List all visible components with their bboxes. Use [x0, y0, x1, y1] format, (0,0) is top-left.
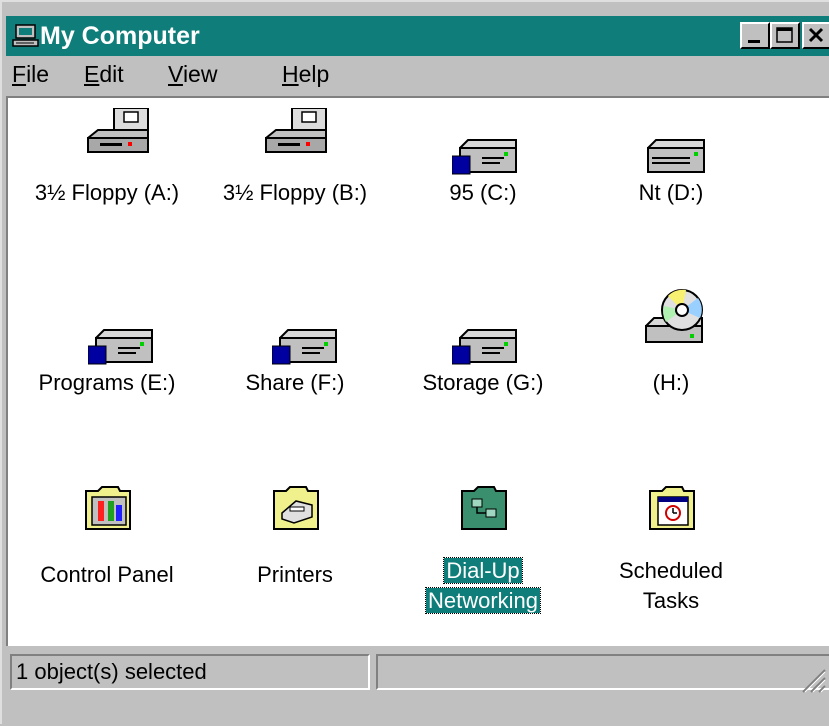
menu-bar: File Edit View Help: [6, 56, 829, 92]
item-label-line1: Scheduled: [619, 558, 723, 583]
floppy-drive-icon: [87, 108, 149, 153]
menu-edit[interactable]: Edit: [84, 60, 124, 88]
minimize-icon: [748, 40, 760, 43]
floppy-drive-icon: [265, 108, 327, 153]
item-label: 3½ Floppy (B:): [222, 180, 368, 205]
close-button[interactable]: [802, 22, 829, 49]
dialup-networking-folder-icon: [461, 486, 507, 530]
item-label: Scheduled Tasks: [576, 556, 766, 616]
menu-help[interactable]: Help: [282, 60, 329, 88]
icon-view[interactable]: 3½ Floppy (A:) 3½ Floppy (B:) 95 (C:) Nt…: [6, 96, 829, 646]
control-panel-folder-icon: [85, 486, 131, 530]
item-label: Dial-Up Networking: [388, 556, 578, 616]
item-label: Control Panel: [40, 562, 174, 587]
printers-folder-icon: [273, 486, 319, 530]
item-label-line2: Networking: [424, 587, 542, 614]
cd-drive-icon: [645, 289, 703, 343]
item-label: 95 (C:): [449, 180, 517, 205]
resize-grip-icon[interactable]: [797, 664, 827, 694]
item-label-line1: Dial-Up: [443, 557, 523, 584]
item-label: Programs (E:): [38, 370, 176, 395]
computer-icon: [12, 24, 39, 47]
item-label: Printers: [257, 562, 333, 587]
title-bar[interactable]: My Computer: [6, 16, 829, 56]
minimize-button[interactable]: [740, 22, 770, 49]
status-bar: 1 object(s) selected: [6, 650, 829, 726]
item-label: Storage (G:): [422, 370, 544, 395]
item-label: Nt (D:): [638, 180, 704, 205]
item-label-line2: Tasks: [642, 588, 700, 613]
maximize-icon: [776, 27, 793, 43]
status-pane-secondary: [376, 654, 829, 693]
maximize-button[interactable]: [770, 22, 800, 49]
item-label: 3½ Floppy (A:): [34, 180, 180, 205]
status-text: 1 object(s) selected: [10, 654, 370, 690]
menu-view[interactable]: View: [168, 60, 217, 88]
my-computer-window: My Computer File Edit View Help 3½ Flopp…: [0, 0, 829, 724]
scheduled-tasks-folder-icon: [649, 486, 695, 530]
menu-file[interactable]: File: [12, 60, 49, 88]
window-title: My Computer: [40, 22, 200, 50]
item-label: Share (F:): [245, 370, 345, 395]
item-label: (H:): [652, 370, 690, 395]
close-icon: [808, 27, 824, 43]
